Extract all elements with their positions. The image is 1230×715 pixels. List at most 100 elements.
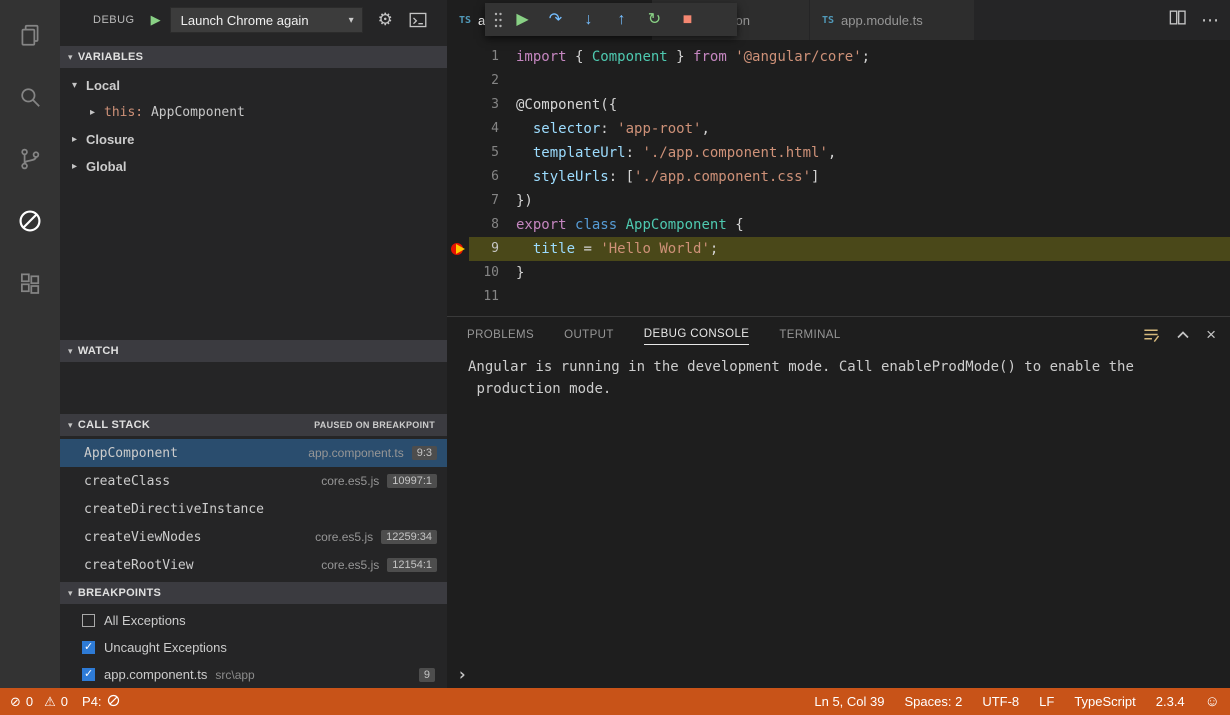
breakpoint-gutter[interactable] <box>447 93 469 117</box>
more-actions-icon[interactable]: ⋯ <box>1201 10 1220 31</box>
stack-frame-row[interactable]: createClasscore.es5.js10997:1 <box>60 467 447 495</box>
stack-frame-row[interactable]: AppComponentapp.component.ts9:3 <box>60 439 447 467</box>
start-debugging-button[interactable]: ▶ <box>151 12 161 28</box>
scope-row[interactable]: ▸Closure <box>60 126 447 153</box>
typescript-version[interactable]: 2.3.4 <box>1156 694 1185 709</box>
feedback-smiley-icon[interactable]: ☺ <box>1205 693 1220 710</box>
twisty-icon: ▸ <box>90 107 104 118</box>
callstack-body: AppComponentapp.component.ts9:3createCla… <box>60 436 447 582</box>
code-line[interactable]: 11 <box>447 285 1230 309</box>
breakpoint-gutter[interactable] <box>447 189 469 213</box>
code-line[interactable]: 1import { Component } from '@angular/cor… <box>447 45 1230 69</box>
indentation[interactable]: Spaces: 2 <box>904 694 962 709</box>
toolbar-drag-handle-icon[interactable] <box>490 7 506 33</box>
open-debug-console-icon[interactable] <box>408 11 428 29</box>
continue-button[interactable]: ▶ <box>506 3 539 36</box>
tab-label: app.module.ts <box>841 13 923 28</box>
eol-sequence[interactable]: LF <box>1039 694 1054 709</box>
restart-button[interactable]: ↻ <box>638 3 671 36</box>
breakpoints-section-label: BREAKPOINTS <box>78 587 161 599</box>
debug-toolbar: ▶↷↓↑↻■ <box>485 3 737 36</box>
breakpoint-gutter[interactable] <box>447 45 469 69</box>
breakpoint-checkbox[interactable] <box>82 668 95 681</box>
code-line[interactable]: 6 styleUrls: ['./app.component.css'] <box>447 165 1230 189</box>
breakpoint-row[interactable]: All Exceptions <box>60 607 447 634</box>
breakpoint-gutter[interactable] <box>447 213 469 237</box>
breakpoint-gutter[interactable] <box>447 285 469 309</box>
panel-tab-debug-console[interactable]: DEBUG CONSOLE <box>644 324 750 345</box>
watch-section-header[interactable]: ▾ WATCH <box>60 340 447 362</box>
breakpoint-gutter[interactable] <box>447 261 469 285</box>
line-number: 1 <box>469 45 499 69</box>
line-number: 6 <box>469 165 499 189</box>
sidebar-title: DEBUG <box>93 14 135 26</box>
code-line[interactable]: 4 selector: 'app-root', <box>447 117 1230 141</box>
step-over-button[interactable]: ↷ <box>539 3 572 36</box>
frame-name: createDirectiveInstance <box>84 502 264 517</box>
stop-button[interactable]: ■ <box>671 3 704 36</box>
code-line[interactable]: 8export class AppComponent { <box>447 213 1230 237</box>
status-bar: ⊘ 0 ⚠ 0 P4: Ln 5, Col 39 Spaces: 2 UTF-8… <box>0 688 1230 715</box>
variable-row[interactable]: ▸this: AppComponent <box>60 99 447 126</box>
current-breakpoint-icon[interactable] <box>447 237 469 261</box>
frame-name: AppComponent <box>84 446 178 461</box>
frame-line-badge: 10997:1 <box>387 474 437 488</box>
breakpoint-label: All Exceptions <box>104 613 186 628</box>
encoding[interactable]: UTF-8 <box>982 694 1019 709</box>
code-line[interactable]: 9 title = 'Hello World'; <box>447 237 1230 261</box>
stack-frame-row[interactable]: createDirectiveInstance <box>60 495 447 523</box>
panel-tab-output[interactable]: OUTPUT <box>564 325 614 345</box>
breakpoint-row[interactable]: app.component.tssrc\app9 <box>60 661 447 688</box>
callstack-section-header[interactable]: ▾ CALL STACK PAUSED ON BREAKPOINT <box>60 414 447 436</box>
code-editor[interactable]: 1import { Component } from '@angular/cor… <box>447 40 1230 316</box>
code-text: @Component({ <box>499 93 1230 117</box>
code-line[interactable]: 2 <box>447 69 1230 93</box>
step-into-button[interactable]: ↓ <box>572 3 605 36</box>
clear-console-icon[interactable] <box>1142 326 1160 343</box>
code-line[interactable]: 10} <box>447 261 1230 285</box>
breakpoint-checkbox[interactable] <box>82 614 95 627</box>
activity-source-control-icon[interactable] <box>0 128 60 190</box>
problems-status[interactable]: ⊘ 0 ⚠ 0 <box>10 694 68 710</box>
activity-explorer-icon[interactable] <box>0 4 60 66</box>
gear-icon[interactable]: ⚙ <box>378 10 393 30</box>
activity-extensions-icon[interactable] <box>0 252 60 314</box>
step-out-button[interactable]: ↑ <box>605 3 638 36</box>
bottom-panel: PROBLEMSOUTPUTDEBUG CONSOLETERMINAL× Ang… <box>447 316 1230 688</box>
section-twisty-icon: ▾ <box>68 420 73 431</box>
close-panel-icon[interactable]: × <box>1206 325 1216 345</box>
breakpoint-gutter[interactable] <box>447 165 469 189</box>
activity-search-icon[interactable] <box>0 66 60 128</box>
scope-row[interactable]: ▾Local <box>60 72 447 99</box>
frame-line-badge: 12154:1 <box>387 558 437 572</box>
editor-tab-app.module.ts[interactable]: TSapp.module.ts <box>810 0 975 40</box>
breakpoints-section-header[interactable]: ▾ BREAKPOINTS <box>60 582 447 604</box>
language-mode[interactable]: TypeScript <box>1074 694 1135 709</box>
code-line[interactable]: 5 templateUrl: './app.component.html', <box>447 141 1230 165</box>
scope-row[interactable]: ▸Global <box>60 153 447 180</box>
launch-config-select[interactable]: Launch Chrome again ▾ <box>170 7 363 33</box>
code-text: templateUrl: './app.component.html', <box>499 141 1230 165</box>
stack-frame-row[interactable]: createViewNodescore.es5.js12259:34 <box>60 523 447 551</box>
scm-status[interactable]: P4: <box>82 694 120 710</box>
breakpoint-gutter[interactable] <box>447 141 469 165</box>
code-line[interactable]: 7}) <box>447 189 1230 213</box>
activity-debug-icon[interactable] <box>0 190 60 252</box>
breakpoint-gutter[interactable] <box>447 117 469 141</box>
panel-tab-problems[interactable]: PROBLEMS <box>467 325 534 345</box>
breakpoint-gutter[interactable] <box>447 69 469 93</box>
collapse-panel-icon[interactable] <box>1175 327 1191 343</box>
debug-console-input[interactable]: › <box>447 662 1230 688</box>
breakpoint-row[interactable]: Uncaught Exceptions <box>60 634 447 661</box>
breakpoint-path: src\app <box>215 668 254 682</box>
stack-frame-row[interactable]: createRootViewcore.es5.js12154:1 <box>60 551 447 579</box>
variables-body: ▾Local▸this: AppComponent▸Closure▸Global <box>60 68 447 340</box>
code-line[interactable]: 3@Component({ <box>447 93 1230 117</box>
code-text: import { Component } from '@angular/core… <box>499 45 1230 69</box>
split-editor-icon[interactable] <box>1168 8 1187 32</box>
cursor-position[interactable]: Ln 5, Col 39 <box>814 694 884 709</box>
editor-area: TSapp.component.ts{}launch.jsonTSapp.mod… <box>447 0 1230 688</box>
variables-section-header[interactable]: ▾ VARIABLES <box>60 46 447 68</box>
breakpoint-checkbox[interactable] <box>82 641 95 654</box>
panel-tab-terminal[interactable]: TERMINAL <box>779 325 840 345</box>
